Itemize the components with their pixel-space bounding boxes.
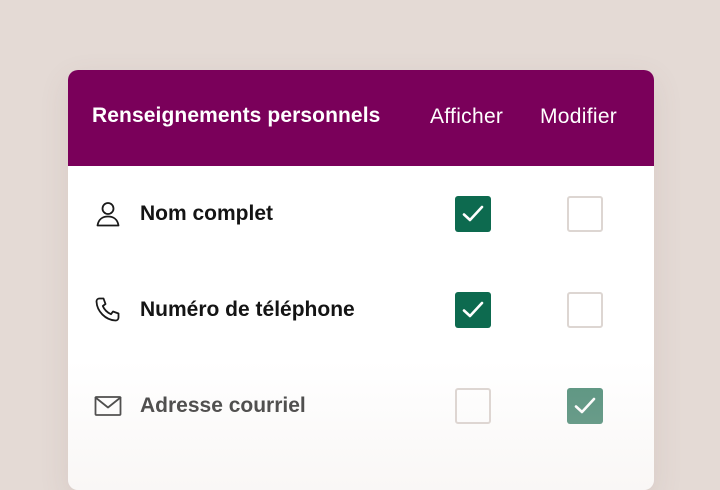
checkmark-icon [574, 397, 596, 414]
column-header-view: Afficher [430, 105, 504, 128]
checkmark-icon [462, 205, 484, 222]
card-header: Renseignements personnels Afficher Modif… [68, 70, 654, 166]
checkmark-icon [462, 301, 484, 318]
permissions-card: Renseignements personnels Afficher Modif… [68, 70, 654, 490]
mail-icon [92, 390, 124, 422]
edit-checkbox-email[interactable] [567, 388, 603, 424]
section-title: Renseignements personnels [92, 104, 381, 127]
view-checkbox-phone[interactable] [455, 292, 491, 328]
view-checkbox-email[interactable] [455, 388, 491, 424]
permission-row-phone: Numéro de téléphone [68, 262, 654, 358]
edit-checkbox-full-name[interactable] [567, 196, 603, 232]
column-header-edit: Modifier [540, 105, 618, 128]
row-label: Adresse courriel [140, 394, 306, 417]
permission-row-email: Adresse courriel [68, 358, 654, 454]
permission-row-full-name: Nom complet [68, 166, 654, 262]
view-checkbox-full-name[interactable] [455, 196, 491, 232]
user-icon [92, 198, 124, 230]
row-label: Nom complet [140, 202, 274, 225]
phone-icon [92, 294, 124, 326]
row-label: Numéro de téléphone [140, 298, 355, 321]
edit-checkbox-phone[interactable] [567, 292, 603, 328]
